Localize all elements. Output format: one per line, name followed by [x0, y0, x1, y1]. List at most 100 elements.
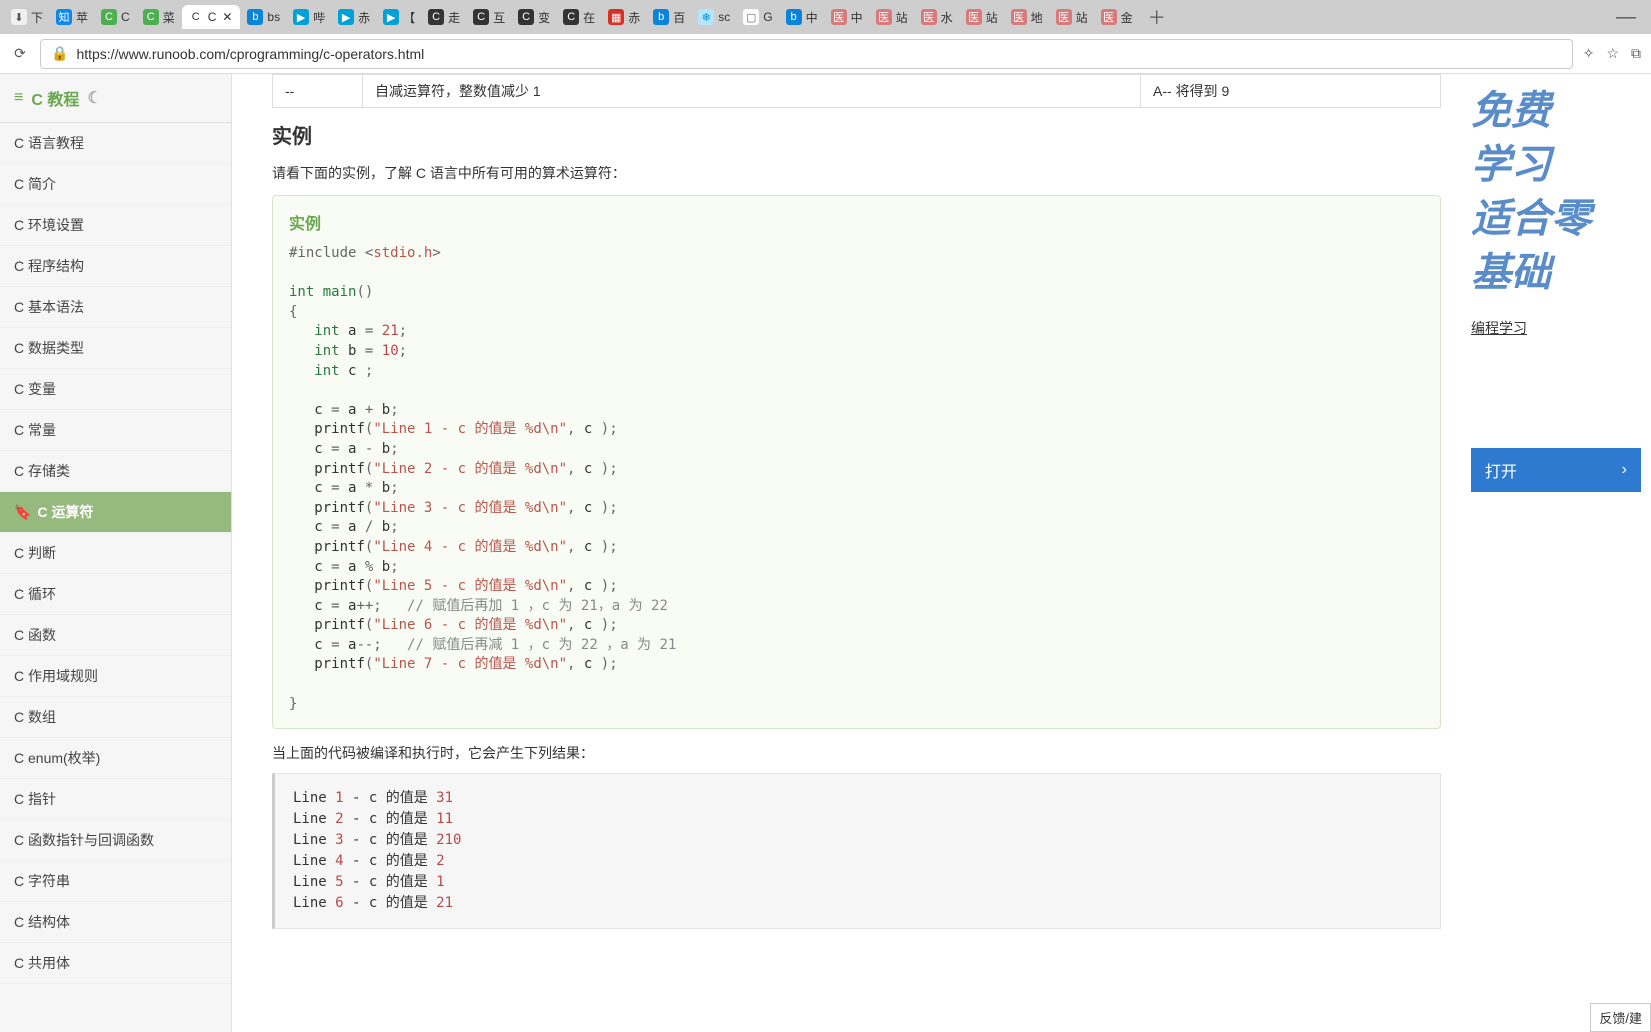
tab-12[interactable]: C在 — [557, 5, 601, 30]
tab-favicon: C — [101, 9, 117, 25]
tab-favicon: 医 — [1056, 9, 1072, 25]
tab-favicon: 医 — [1101, 9, 1117, 25]
tab-favicon: ▦ — [608, 9, 624, 25]
sidebar-item-8[interactable]: C 存储类 — [0, 451, 231, 492]
tab-label: 中 — [851, 9, 863, 26]
ad-text: 免费学习适合零基础 — [1471, 84, 1641, 300]
tab-7[interactable]: ▶赤 — [332, 5, 376, 30]
sidebar-item-2[interactable]: C 环境设置 — [0, 205, 231, 246]
code-block: #include <stdio.h> int main() { int a = … — [289, 244, 1424, 714]
tab-label: 下 — [31, 9, 43, 26]
sidebar-item-15[interactable]: C enum(枚举) — [0, 738, 231, 779]
sidebar-item-0[interactable]: C 语言教程 — [0, 123, 231, 164]
tab-10[interactable]: C互 — [467, 5, 511, 30]
tab-2[interactable]: CC — [95, 5, 136, 29]
sidebar-item-18[interactable]: C 字符串 — [0, 861, 231, 902]
reload-button[interactable]: ⟳ — [10, 44, 30, 64]
url-box[interactable]: 🔒 — [40, 39, 1573, 69]
collections-icon[interactable]: ⧉ — [1631, 45, 1641, 62]
sidebar-item-4[interactable]: C 基本语法 — [0, 287, 231, 328]
tab-label: sc — [718, 10, 730, 24]
sidebar-item-7[interactable]: C 常量 — [0, 410, 231, 451]
tab-17[interactable]: b中 — [780, 5, 824, 30]
sidebar-item-5[interactable]: C 数据类型 — [0, 328, 231, 369]
tab-label: 百 — [673, 9, 685, 26]
sidebar-item-3[interactable]: C 程序结构 — [0, 246, 231, 287]
tab-favicon: b — [786, 9, 802, 25]
tab-favicon: C — [518, 9, 534, 25]
sidebar-item-14[interactable]: C 数组 — [0, 697, 231, 738]
sidebar-title: C 教程 — [31, 86, 79, 110]
sidebar-item-1[interactable]: C 简介 — [0, 164, 231, 205]
tab-4[interactable]: CC✕ — [182, 5, 241, 29]
sidebar-item-11[interactable]: C 循环 — [0, 574, 231, 615]
sidebar: ≡ C 教程 ☾ C 语言教程C 简介C 环境设置C 程序结构C 基本语法C 数… — [0, 74, 232, 1032]
sidebar-item-12[interactable]: C 函数 — [0, 615, 231, 656]
tab-9[interactable]: C走 — [422, 5, 466, 30]
sidebar-item-6[interactable]: C 变量 — [0, 369, 231, 410]
tab-11[interactable]: C变 — [512, 5, 556, 30]
sidebar-item-label: C 循环 — [14, 586, 56, 602]
tab-favicon: b — [653, 9, 669, 25]
moon-icon[interactable]: ☾ — [87, 88, 101, 108]
tab-favicon: ▶ — [338, 9, 354, 25]
tab-23[interactable]: 医站 — [1050, 5, 1094, 30]
tab-favicon: ⬇ — [11, 9, 27, 25]
tab-favicon: 医 — [876, 9, 892, 25]
ex-cell: A-- 将得到 9 — [1141, 75, 1441, 108]
tab-3[interactable]: C菜 — [137, 5, 181, 30]
table-row: -- 自减运算符，整数值减少 1 A-- 将得到 9 — [273, 75, 1441, 108]
url-input[interactable] — [76, 46, 1561, 62]
tab-label: 水 — [941, 9, 953, 26]
tab-5[interactable]: bbs — [241, 5, 286, 29]
tab-13[interactable]: ▦赤 — [602, 5, 646, 30]
bookmark-icon: 🔖 — [14, 504, 31, 521]
sidebar-item-label: C 语言教程 — [14, 135, 84, 151]
close-icon[interactable]: ✕ — [220, 10, 234, 24]
favorite-icon[interactable]: ☆ — [1606, 45, 1619, 62]
sidebar-item-13[interactable]: C 作用域规则 — [0, 656, 231, 697]
sidebar-item-10[interactable]: C 判断 — [0, 533, 231, 574]
tab-favicon: 医 — [1011, 9, 1027, 25]
sidebar-item-label: C 环境设置 — [14, 217, 84, 233]
new-tab-button[interactable]: ＋ — [1140, 4, 1174, 30]
sidebar-item-17[interactable]: C 函数指针与回调函数 — [0, 820, 231, 861]
tab-18[interactable]: 医中 — [825, 5, 869, 30]
sidebar-item-label: C 结构体 — [14, 914, 70, 930]
tab-14[interactable]: b百 — [647, 5, 691, 30]
feedback-button[interactable]: 反馈/建 — [1590, 1003, 1651, 1032]
reader-icon[interactable]: ✧ — [1583, 45, 1595, 62]
tab-6[interactable]: ▶哔 — [287, 5, 331, 30]
sidebar-item-16[interactable]: C 指针 — [0, 779, 231, 820]
tab-favicon: b — [247, 9, 263, 25]
sidebar-item-20[interactable]: C 共用体 — [0, 943, 231, 984]
tab-label: 金 — [1121, 9, 1133, 26]
sidebar-item-label: C 函数 — [14, 627, 56, 643]
output-intro: 当上面的代码被编译和执行时，它会产生下列结果： — [272, 743, 1441, 763]
tab-15[interactable]: ❄sc — [692, 5, 736, 29]
tab-8[interactable]: ▶【 — [377, 5, 421, 30]
tab-21[interactable]: 医站 — [960, 5, 1004, 30]
sidebar-item-9[interactable]: 🔖C 运算符 — [0, 492, 231, 533]
open-button[interactable]: 打开 › — [1471, 448, 1641, 492]
tab-history-button[interactable]: — — [1606, 6, 1646, 29]
tab-label: 走 — [448, 9, 460, 26]
tab-22[interactable]: 医地 — [1005, 5, 1049, 30]
sidebar-item-19[interactable]: C 结构体 — [0, 902, 231, 943]
ad-link[interactable]: 编程学习 — [1471, 318, 1641, 338]
tab-favicon: 医 — [921, 9, 937, 25]
tab-24[interactable]: 医金 — [1095, 5, 1139, 30]
sidebar-item-label: C 数据类型 — [14, 340, 84, 356]
tab-20[interactable]: 医水 — [915, 5, 959, 30]
tab-favicon: ▶ — [293, 9, 309, 25]
tab-16[interactable]: ▢G — [737, 5, 778, 29]
tab-favicon: ▶ — [383, 9, 399, 25]
tab-label: 赤 — [358, 9, 370, 26]
tab-0[interactable]: ⬇下 — [5, 5, 49, 30]
tab-19[interactable]: 医站 — [870, 5, 914, 30]
tab-favicon: 医 — [966, 9, 982, 25]
tab-1[interactable]: 知苹 — [50, 5, 94, 30]
tab-label: 【 — [403, 9, 415, 26]
example-title: 实例 — [289, 210, 1424, 234]
tab-label: C — [121, 10, 130, 24]
